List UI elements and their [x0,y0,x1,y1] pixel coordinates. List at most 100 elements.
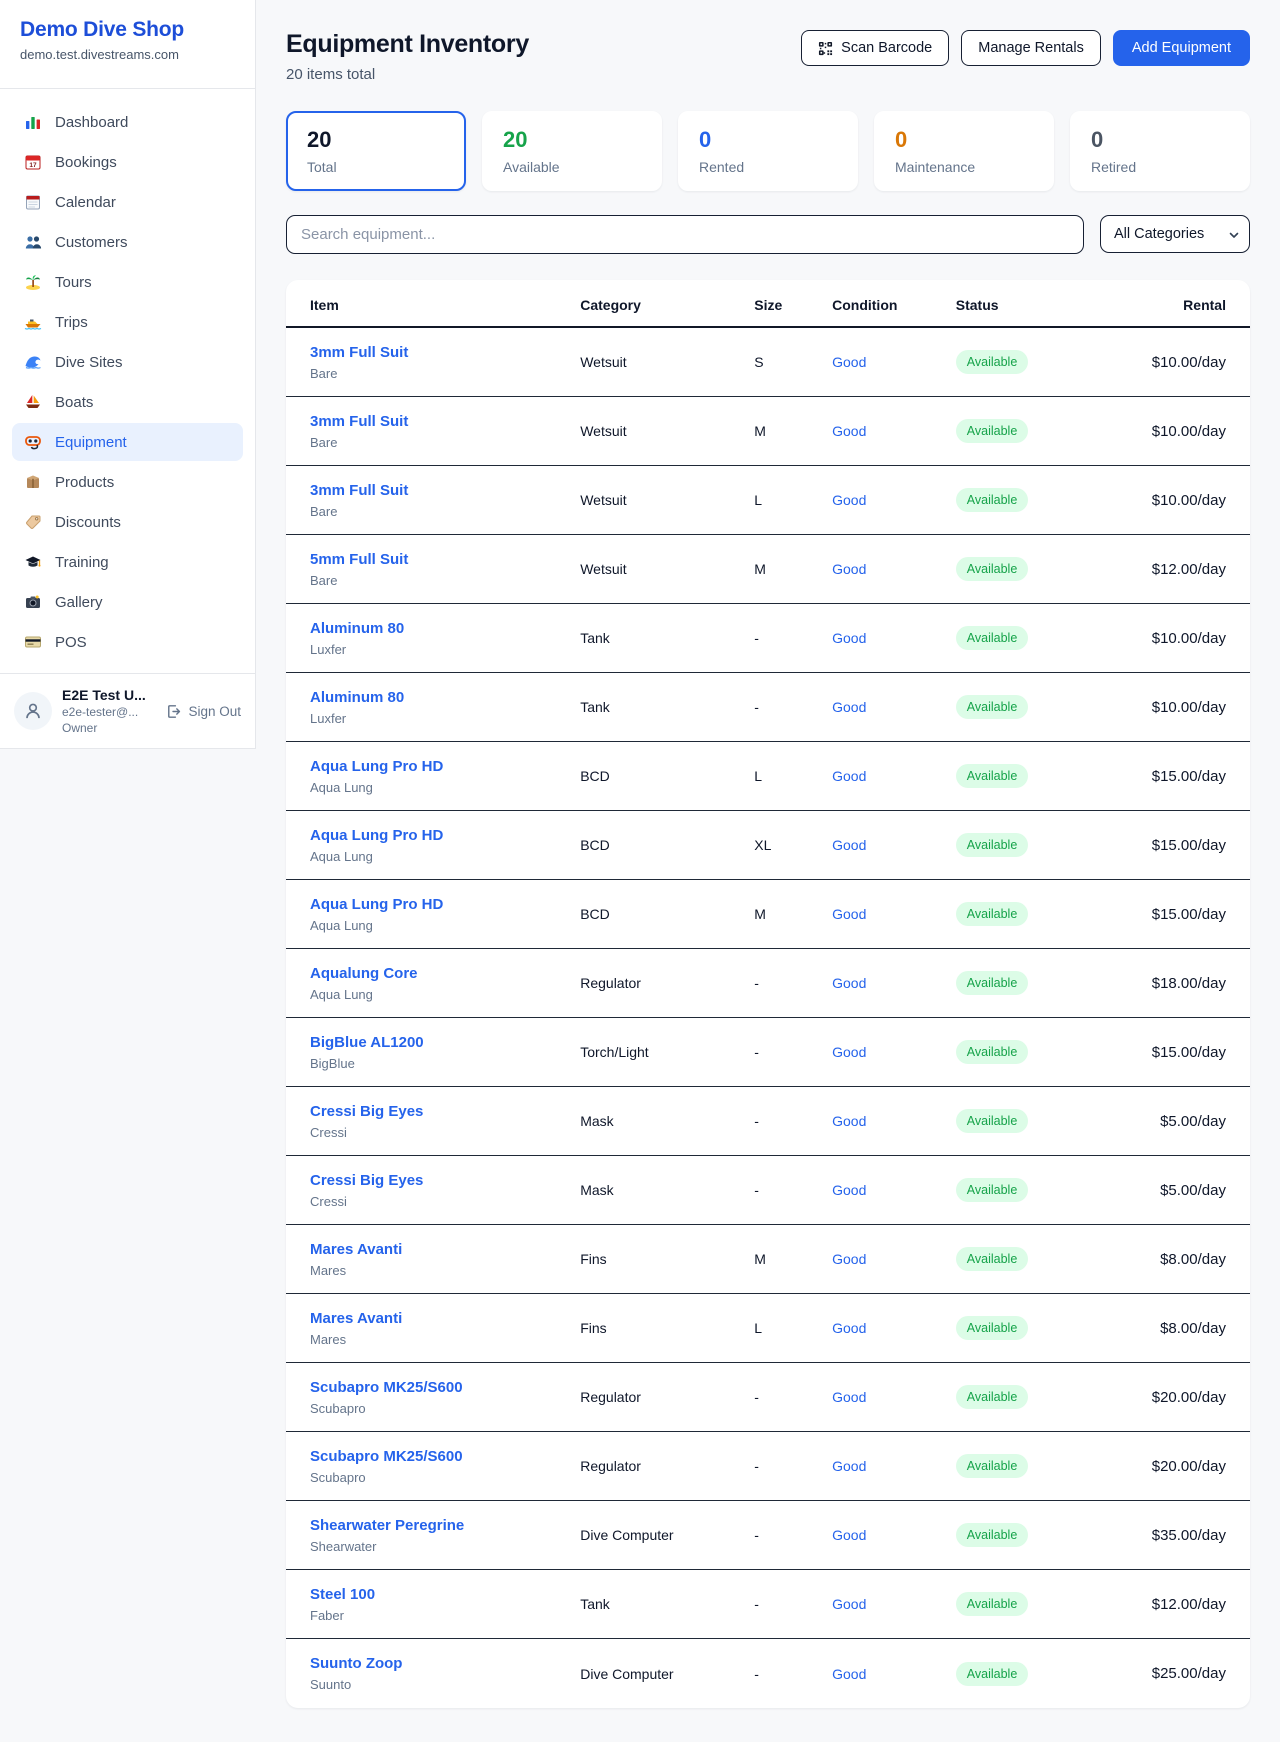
sidebar-item-tours[interactable]: Tours [12,263,243,301]
sidebar-item-equipment[interactable]: Equipment [12,423,243,461]
sidebar-item-dashboard[interactable]: Dashboard [12,103,243,141]
table-row: BigBlue AL1200 BigBlue Torch/Light - Goo… [286,1018,1250,1087]
item-name-link[interactable]: Mares Avanti [310,1310,402,1327]
item-name-link[interactable]: Aqua Lung Pro HD [310,758,443,775]
status-badge: Available [956,350,1029,374]
item-category: Wetsuit [580,423,754,439]
sidebar-item-training[interactable]: Training [12,543,243,581]
item-name-link[interactable]: 3mm Full Suit [310,413,408,430]
condition-link[interactable]: Good [832,768,866,784]
item-name-link[interactable]: Shearwater Peregrine [310,1517,464,1534]
condition-link[interactable]: Good [832,1666,866,1682]
sidebar-item-label: Tours [55,274,92,291]
item-name-link[interactable]: Aluminum 80 [310,689,404,706]
item-name-link[interactable]: Aqualung Core [310,965,418,982]
table-row: Suunto Zoop Suunto Dive Computer - Good … [286,1639,1250,1708]
table-row: Aluminum 80 Luxfer Tank - Good Available… [286,604,1250,673]
item-brand: Aqua Lung [310,987,580,1002]
table-row: Aqua Lung Pro HD Aqua Lung BCD L Good Av… [286,742,1250,811]
condition-link[interactable]: Good [832,1389,866,1405]
item-name-link[interactable]: Aqua Lung Pro HD [310,896,443,913]
item-name-link[interactable]: Suunto Zoop [310,1655,402,1672]
condition-link[interactable]: Good [832,1113,866,1129]
sidebar-item-label: Boats [55,394,93,411]
stat-card-rented[interactable]: 0 Rented [678,111,858,191]
items-total-count: 20 items total [286,66,529,83]
rental-price: $10.00/day [1107,630,1226,647]
item-name-link[interactable]: Aqua Lung Pro HD [310,827,443,844]
sidebar-item-calendar[interactable]: Calendar [12,183,243,221]
category-select[interactable]: All Categories [1100,215,1250,253]
condition-link[interactable]: Good [832,1044,866,1060]
stat-card-available[interactable]: 20 Available [482,111,662,191]
qr-code-icon [818,41,833,56]
status-badge: Available [956,1040,1029,1064]
item-brand: Luxfer [310,711,580,726]
item-size: M [754,906,832,922]
tag-icon [24,513,42,531]
item-category: Regulator [580,1458,754,1474]
item-name-link[interactable]: Scubapro MK25/S600 [310,1379,463,1396]
stat-label: Retired [1091,159,1229,175]
item-name-link[interactable]: 5mm Full Suit [310,551,408,568]
brand-domain: demo.test.divestreams.com [20,47,235,62]
item-category: Wetsuit [580,492,754,508]
condition-link[interactable]: Good [832,1458,866,1474]
item-name-link[interactable]: Cressi Big Eyes [310,1172,423,1189]
equipment-table: Item Category Size Condition Status Rent… [286,280,1250,1708]
condition-link[interactable]: Good [832,699,866,715]
stat-card-total[interactable]: 20 Total [286,111,466,191]
search-input[interactable] [286,215,1084,254]
add-equipment-button[interactable]: Add Equipment [1113,30,1250,66]
sidebar-item-gallery[interactable]: Gallery [12,583,243,621]
condition-link[interactable]: Good [832,354,866,370]
condition-link[interactable]: Good [832,1182,866,1198]
stat-card-retired[interactable]: 0 Retired [1070,111,1250,191]
condition-link[interactable]: Good [832,1596,866,1612]
item-name-link[interactable]: Mares Avanti [310,1241,402,1258]
condition-link[interactable]: Good [832,423,866,439]
condition-link[interactable]: Good [832,492,866,508]
sidebar-item-products[interactable]: Products [12,463,243,501]
status-badge: Available [956,419,1029,443]
sidebar-item-bookings[interactable]: Bookings [12,143,243,181]
sidebar-item-trips[interactable]: Trips [12,303,243,341]
scan-barcode-button[interactable]: Scan Barcode [801,30,949,66]
item-brand: BigBlue [310,1056,580,1071]
condition-link[interactable]: Good [832,837,866,853]
condition-link[interactable]: Good [832,1251,866,1267]
table-row: Aqua Lung Pro HD Aqua Lung BCD XL Good A… [286,811,1250,880]
sidebar-item-divesites[interactable]: Dive Sites [12,343,243,381]
status-badge: Available [956,1523,1029,1547]
item-name-link[interactable]: BigBlue AL1200 [310,1034,424,1051]
palm-island-icon [24,273,42,291]
condition-link[interactable]: Good [832,561,866,577]
calendar-pad-icon [24,193,42,211]
condition-link[interactable]: Good [832,1320,866,1336]
sidebar-item-boats[interactable]: Boats [12,383,243,421]
item-name-link[interactable]: Cressi Big Eyes [310,1103,423,1120]
item-name-link[interactable]: Aluminum 80 [310,620,404,637]
stat-card-maintenance[interactable]: 0 Maintenance [874,111,1054,191]
item-name-link[interactable]: 3mm Full Suit [310,344,408,361]
manage-rentals-button[interactable]: Manage Rentals [961,30,1101,66]
sidebar-item-discounts[interactable]: Discounts [12,503,243,541]
condition-link[interactable]: Good [832,975,866,991]
sidebar-item-label: Calendar [55,194,116,211]
condition-link[interactable]: Good [832,906,866,922]
item-name-link[interactable]: Steel 100 [310,1586,375,1603]
sidebar-item-pos[interactable]: POS [12,623,243,661]
item-size: - [754,1458,832,1474]
sidebar-item-customers[interactable]: Customers [12,223,243,261]
table-row: 5mm Full Suit Bare Wetsuit M Good Availa… [286,535,1250,604]
rental-price: $10.00/day [1107,492,1226,509]
column-header-rental: Rental [1107,297,1226,313]
condition-link[interactable]: Good [832,630,866,646]
item-size: - [754,975,832,991]
item-name-link[interactable]: Scubapro MK25/S600 [310,1448,463,1465]
sign-out-button[interactable]: Sign Out [165,703,241,720]
condition-link[interactable]: Good [832,1527,866,1543]
item-size: - [754,630,832,646]
sidebar-item-label: POS [55,634,87,651]
item-name-link[interactable]: 3mm Full Suit [310,482,408,499]
